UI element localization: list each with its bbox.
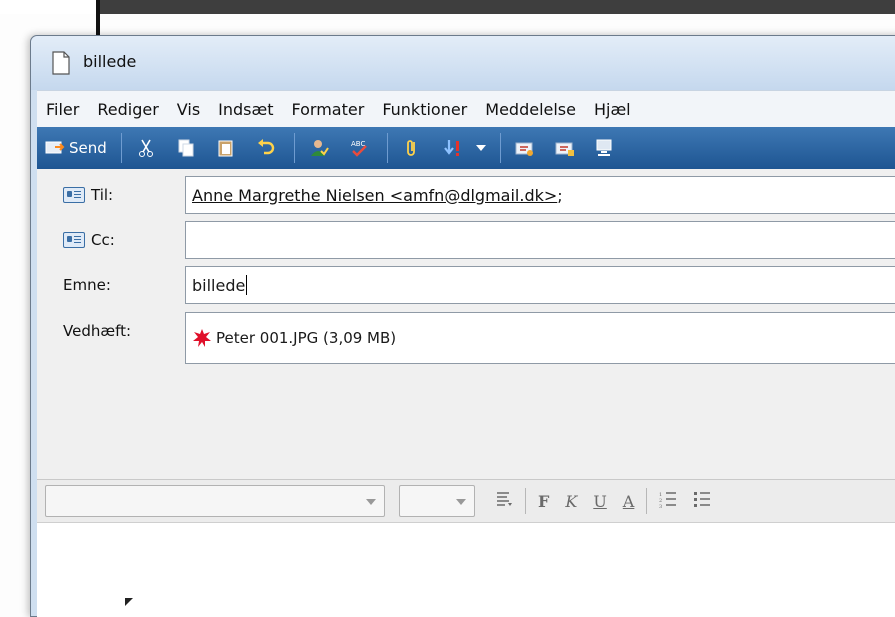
cut-icon bbox=[138, 139, 153, 157]
priority-button[interactable] bbox=[434, 127, 494, 169]
menu-meddelelse[interactable]: Meddelelse bbox=[476, 100, 585, 119]
menu-formater[interactable]: Formater bbox=[283, 100, 374, 119]
check-names-icon bbox=[310, 140, 329, 156]
paste-icon bbox=[218, 140, 233, 157]
message-body[interactable] bbox=[37, 522, 895, 617]
window-title: billede bbox=[83, 52, 137, 71]
menu-indsaet[interactable]: Indsæt bbox=[209, 100, 282, 119]
undo-icon bbox=[257, 139, 274, 155]
paragraph-style-button[interactable] bbox=[487, 490, 521, 512]
sign-button[interactable] bbox=[507, 127, 547, 169]
toolbar-separator bbox=[293, 133, 295, 163]
document-icon bbox=[52, 51, 70, 75]
font-color-button[interactable]: A bbox=[615, 492, 643, 511]
format-separator bbox=[646, 488, 648, 514]
offline-icon bbox=[596, 139, 612, 156]
subject-row: Emne: billede bbox=[37, 262, 895, 310]
to-label: Til: bbox=[91, 186, 114, 204]
format-separator bbox=[525, 488, 526, 514]
chevron-down-icon bbox=[366, 499, 376, 505]
attach-icon bbox=[406, 140, 415, 156]
subject-label: Emne: bbox=[63, 276, 111, 294]
attach-label: Vedhæft: bbox=[63, 322, 131, 340]
attach-row: Vedhæft: Peter 001.JPG (3,09 MB) bbox=[37, 308, 895, 368]
offline-button[interactable] bbox=[587, 127, 627, 169]
menu-filer[interactable]: Filer bbox=[37, 100, 88, 119]
menu-hjaelp[interactable]: Hjæl bbox=[585, 100, 640, 119]
paste-button[interactable] bbox=[208, 127, 248, 169]
subject-label-text: Emne: bbox=[63, 276, 111, 294]
toolbar: Send ABC bbox=[37, 127, 895, 169]
cc-label: Cc: bbox=[91, 231, 115, 249]
spelling-icon: ABC bbox=[351, 140, 367, 157]
bold-button[interactable]: F bbox=[530, 492, 557, 511]
cc-row: Cc: bbox=[37, 217, 895, 265]
cut-button[interactable] bbox=[128, 127, 168, 169]
to-field[interactable]: Anne Margrethe Nielsen <amfn@dlgmail.dk>… bbox=[185, 176, 895, 214]
menu-funktioner[interactable]: Funktioner bbox=[373, 100, 476, 119]
sign-icon bbox=[515, 142, 533, 156]
spelling-button[interactable]: ABC bbox=[341, 127, 381, 169]
toolbar-separator bbox=[120, 133, 122, 163]
numbered-list-button[interactable]: 123 bbox=[651, 490, 685, 512]
attach-label-text: Vedhæft: bbox=[63, 322, 132, 340]
format-toolbar: F K U A 123 bbox=[37, 480, 895, 522]
menu-rediger[interactable]: Rediger bbox=[88, 100, 167, 119]
address-book-icon bbox=[63, 232, 85, 248]
numbered-list-icon: 123 bbox=[659, 492, 677, 510]
svg-text:ABC: ABC bbox=[351, 140, 365, 148]
font-size-dropdown[interactable] bbox=[399, 485, 475, 517]
font-name-dropdown[interactable] bbox=[45, 485, 385, 517]
attachment-item[interactable]: Peter 001.JPG (3,09 MB) bbox=[192, 328, 396, 348]
chevron-down-icon bbox=[456, 499, 466, 505]
title-bar[interactable]: billede bbox=[31, 36, 895, 90]
menu-vis[interactable]: Vis bbox=[168, 100, 209, 119]
attachment-name: Peter 001.JPG (3,09 MB) bbox=[216, 329, 397, 347]
attach-button[interactable] bbox=[394, 127, 434, 169]
italic-button[interactable]: K bbox=[557, 492, 585, 511]
message-editor: F K U A 123 bbox=[37, 479, 895, 617]
background-window bbox=[96, 0, 895, 14]
bullet-list-button[interactable] bbox=[685, 490, 719, 512]
priority-icon bbox=[443, 140, 459, 156]
address-book-icon bbox=[63, 187, 85, 203]
compose-window: billede Filer Rediger Vis Indsæt Formate… bbox=[30, 35, 895, 617]
svg-text:3: 3 bbox=[659, 504, 662, 508]
to-label-button[interactable]: Til: bbox=[63, 186, 113, 204]
subject-field[interactable]: billede bbox=[185, 266, 895, 304]
background-window-edge bbox=[96, 0, 100, 38]
copy-button[interactable] bbox=[168, 127, 208, 169]
send-icon bbox=[45, 141, 65, 154]
send-label: Send bbox=[69, 139, 107, 157]
paragraph-style-icon bbox=[497, 492, 512, 506]
menu-bar: Filer Rediger Vis Indsæt Formater Funkti… bbox=[37, 90, 895, 127]
bullet-list-icon bbox=[694, 492, 711, 507]
attach-field[interactable]: Peter 001.JPG (3,09 MB) bbox=[185, 312, 895, 364]
subject-value: billede bbox=[192, 275, 246, 295]
toolbar-separator bbox=[499, 133, 501, 163]
cc-field[interactable] bbox=[185, 221, 895, 259]
recipient-chip[interactable]: Anne Margrethe Nielsen <amfn@dlgmail.dk> bbox=[192, 186, 557, 205]
encrypt-icon bbox=[555, 142, 574, 156]
text-caret bbox=[246, 275, 248, 295]
underline-button[interactable]: U bbox=[585, 492, 614, 511]
copy-icon bbox=[178, 139, 194, 157]
image-file-icon bbox=[193, 329, 211, 347]
cc-label-button[interactable]: Cc: bbox=[63, 231, 115, 249]
send-button[interactable]: Send bbox=[37, 127, 115, 169]
encrypt-button[interactable] bbox=[547, 127, 587, 169]
to-row: Til: Anne Margrethe Nielsen <amfn@dlgmai… bbox=[37, 172, 895, 220]
priority-dropdown-icon[interactable] bbox=[475, 145, 486, 151]
undo-button[interactable] bbox=[248, 127, 288, 169]
recipient-separator: ; bbox=[557, 185, 563, 205]
message-header: Til: Anne Margrethe Nielsen <amfn@dlgmai… bbox=[37, 169, 895, 479]
check-names-button[interactable] bbox=[301, 127, 341, 169]
toolbar-separator bbox=[386, 133, 388, 163]
